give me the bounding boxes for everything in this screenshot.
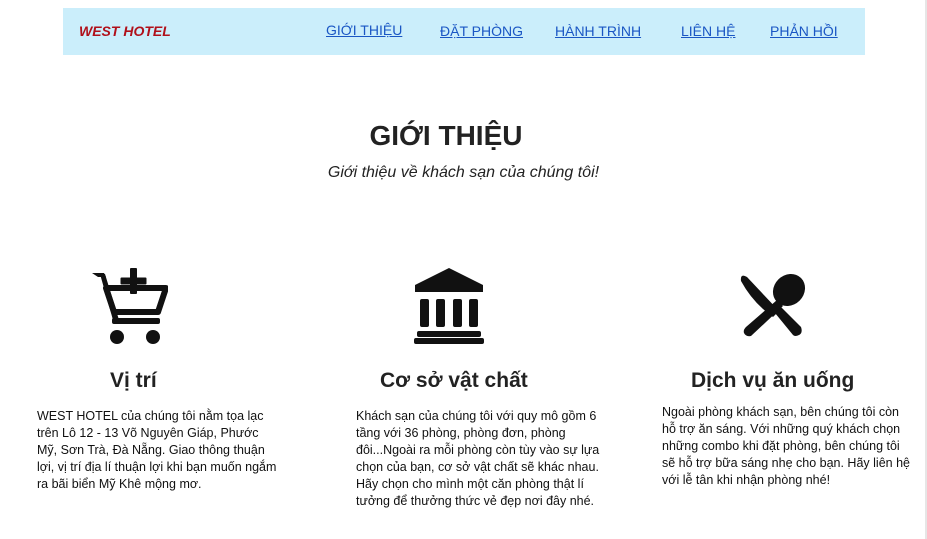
top-navbar: WEST HOTEL GIỚI THIỆU ĐẶT PHÒNG HÀNH TRÌ… [63,8,865,55]
feature-title-location: Vị trí [110,369,157,392]
nav-link-lien-he[interactable]: LIÊN HỆ [681,23,735,39]
nav-link-phan-hoi[interactable]: PHẢN HỒI [770,23,838,39]
nav-link-hanh-trinh[interactable]: HÀNH TRÌNH [555,23,641,39]
feature-title-dining: Dịch vụ ăn uống [691,369,855,392]
page-subtitle: Giới thiệu về khách sạn của chúng tôi! [327,164,600,181]
feature-text-location: WEST HOTEL của chúng tôi nằm tọa lạc trê… [37,409,277,491]
cart-plus-icon [92,268,168,344]
nav-link-gioi-thieu[interactable]: GIỚI THIỆU [326,22,402,38]
utensils-spoon-knife-icon [740,273,806,337]
brand-logo[interactable]: WEST HOTEL [79,23,171,39]
feature-title-facilities: Cơ sở vật chất [380,369,528,392]
feature-text-facilities: Khách sạn của chúng tôi với quy mô gồm 6… [356,409,600,508]
feature-text-dining: Ngoài phòng khách sạn, bên chúng tôi còn… [662,405,910,487]
building-columns-icon [414,268,484,344]
page: WEST HOTEL GIỚI THIỆU ĐẶT PHÒNG HÀNH TRÌ… [0,0,927,539]
nav-link-dat-phong[interactable]: ĐẶT PHÒNG [440,23,523,39]
page-title: GIỚI THIỆU [369,120,523,151]
